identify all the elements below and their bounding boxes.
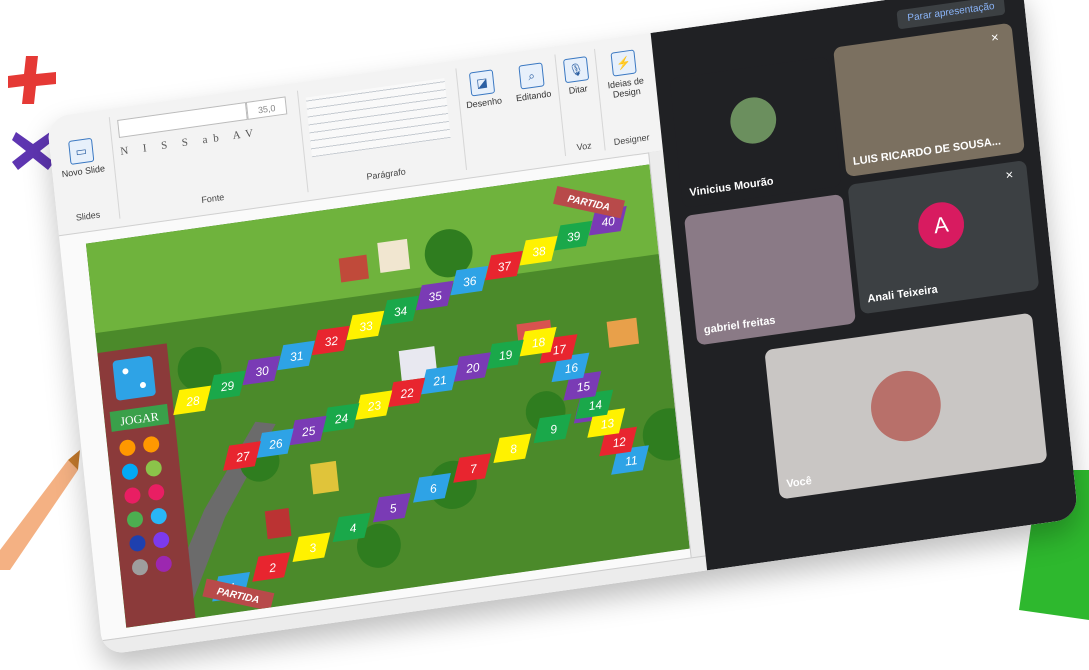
board-square-number: 36 xyxy=(462,274,477,290)
board-square-number: 11 xyxy=(624,453,638,469)
voice-group-label: Voz xyxy=(576,140,593,153)
font-size-select[interactable]: 35,0 xyxy=(245,96,288,120)
board-square-number: 27 xyxy=(235,449,252,465)
pencil-decoration xyxy=(0,450,80,570)
font-group: 35,0 N I S S ab AV Fonte xyxy=(108,90,309,219)
paragraph-group: Parágrafo xyxy=(296,68,468,193)
board-square-number: 39 xyxy=(566,229,581,245)
mic-off-icon: ✕ xyxy=(1004,169,1015,182)
dictate-button[interactable]: 🎙 Ditar xyxy=(557,55,597,97)
board-square-number: 34 xyxy=(393,304,408,320)
board-square-number: 21 xyxy=(432,373,448,389)
meet-panel: Parar apresentação Vinicius Mourão ✕ LUI… xyxy=(650,0,1079,571)
board-square-number: 35 xyxy=(428,289,443,305)
avatar xyxy=(728,94,779,147)
board-square-number: 23 xyxy=(366,398,382,414)
self-video xyxy=(867,366,945,446)
new-slide-button[interactable]: ▭ Novo Slide xyxy=(55,136,108,180)
participant-tile-luis[interactable]: ✕ LUIS RICARDO DE SOUSA... xyxy=(833,22,1025,178)
board-square-number: 14 xyxy=(588,397,603,413)
font-group-label: Fonte xyxy=(200,191,225,206)
new-slide-icon: ▭ xyxy=(68,137,95,165)
board-square-number: 33 xyxy=(359,319,374,335)
board-square-number: 30 xyxy=(255,363,270,379)
paragraph-group-label: Parágrafo xyxy=(365,166,407,182)
participant-name: Anali Teixeira xyxy=(866,283,939,306)
slides-group: ▭ Novo Slide Slides xyxy=(47,117,121,228)
board-square-number: 15 xyxy=(576,379,591,395)
board-square-number: 28 xyxy=(185,393,201,409)
house-icon xyxy=(264,507,292,540)
board-square-number: 18 xyxy=(531,335,546,351)
editing-label: Editando xyxy=(515,88,552,104)
board-square-number: 31 xyxy=(289,348,304,364)
board-game: JOGAR 2345678911121314151617181920212223… xyxy=(85,160,721,628)
avatar-letter: A xyxy=(932,211,950,239)
dice-icon xyxy=(112,356,156,401)
participant-name: Vinicius Mourão xyxy=(688,175,775,200)
design-ideas-button[interactable]: ⚡ Ideias de Design xyxy=(597,47,653,101)
drawing-label: Desenho xyxy=(465,95,503,111)
designer-group: ⚡ Ideias de Design Designer xyxy=(594,41,660,150)
editing-button[interactable]: ⌕ Editando xyxy=(509,61,554,104)
participant-name: LUIS RICARDO DE SOUSA... xyxy=(852,135,1002,169)
participant-name: gabriel freitas xyxy=(703,314,777,337)
board-square-number: 38 xyxy=(532,244,547,260)
board-square-number: 13 xyxy=(600,416,615,432)
paragraph-buttons[interactable] xyxy=(305,78,451,158)
house-icon xyxy=(606,317,640,348)
participant-tile-vinicius[interactable]: Vinicius Mourão xyxy=(669,56,842,209)
house-icon xyxy=(338,254,369,283)
microphone-icon: 🎙 xyxy=(562,56,590,84)
design-ideas-label: Ideias de Design xyxy=(607,75,645,100)
dictate-label: Ditar xyxy=(568,83,589,96)
slides-group-label: Slides xyxy=(75,209,101,223)
new-slide-label: Novo Slide xyxy=(61,163,106,180)
board-square-number: 19 xyxy=(498,347,513,363)
shapes-icon: ◪ xyxy=(468,69,496,97)
board-square-number: 16 xyxy=(564,360,579,376)
mic-off-icon: ✕ xyxy=(990,32,1000,45)
avatar: A xyxy=(915,199,967,252)
participant-tile-gabriel[interactable]: gabriel freitas xyxy=(683,193,856,346)
laptop-screen: ▭ Novo Slide Slides 35,0 N I S S ab AV F… xyxy=(46,0,1079,656)
board-square-number: 29 xyxy=(219,378,235,394)
drawing-button[interactable]: ◪ Desenho xyxy=(460,68,505,111)
board-square-number: 22 xyxy=(399,385,415,401)
house-icon xyxy=(310,460,339,495)
board-square-number: 24 xyxy=(333,411,349,427)
participant-name: Você xyxy=(785,474,813,491)
house-icon xyxy=(377,238,411,273)
board-square-number: 25 xyxy=(300,424,316,440)
designer-group-label: Designer xyxy=(613,132,651,148)
red-plus-decoration xyxy=(8,56,56,104)
search-icon: ⌕ xyxy=(518,62,545,90)
design-ideas-icon: ⚡ xyxy=(610,49,637,77)
participant-tile-self[interactable]: Você xyxy=(764,312,1048,500)
board-square-number: 32 xyxy=(324,333,339,349)
board-square-number: 20 xyxy=(464,360,480,376)
game-slide[interactable]: JOGAR 2 3 4 5 6 7 8 9 11 12 13 14 15 16 … xyxy=(85,160,721,628)
board-square-number: 12 xyxy=(612,434,627,450)
board-square-number: 26 xyxy=(267,436,283,452)
powerpoint-window: ▭ Novo Slide Slides 35,0 N I S S ab AV F… xyxy=(46,32,721,656)
participant-tile-anali[interactable]: ✕ A Anali Teixeira xyxy=(847,159,1040,315)
